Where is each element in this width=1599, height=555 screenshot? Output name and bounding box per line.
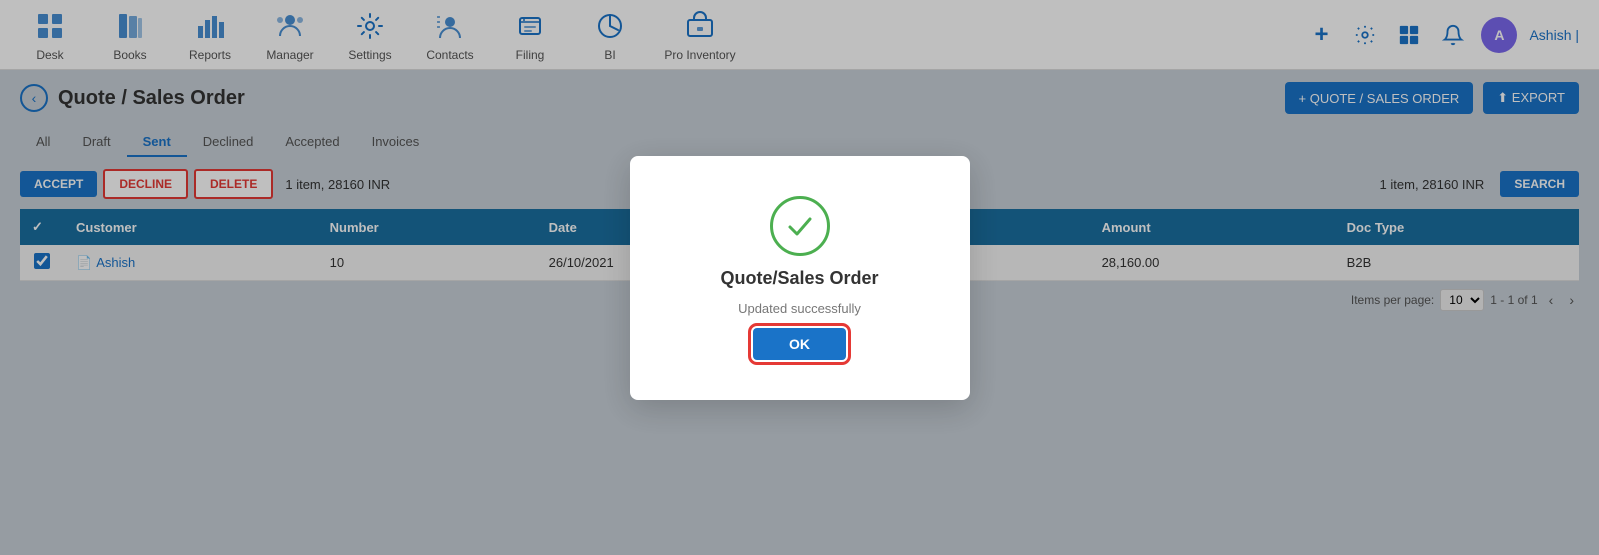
modal-subtitle: Updated successfully: [738, 301, 861, 316]
modal-title: Quote/Sales Order: [720, 268, 878, 289]
modal-ok-button[interactable]: OK: [753, 328, 846, 360]
success-modal: Quote/Sales Order Updated successfully O…: [630, 156, 970, 400]
success-check-icon: [770, 196, 830, 256]
modal-overlay: Quote/Sales Order Updated successfully O…: [0, 0, 1599, 555]
